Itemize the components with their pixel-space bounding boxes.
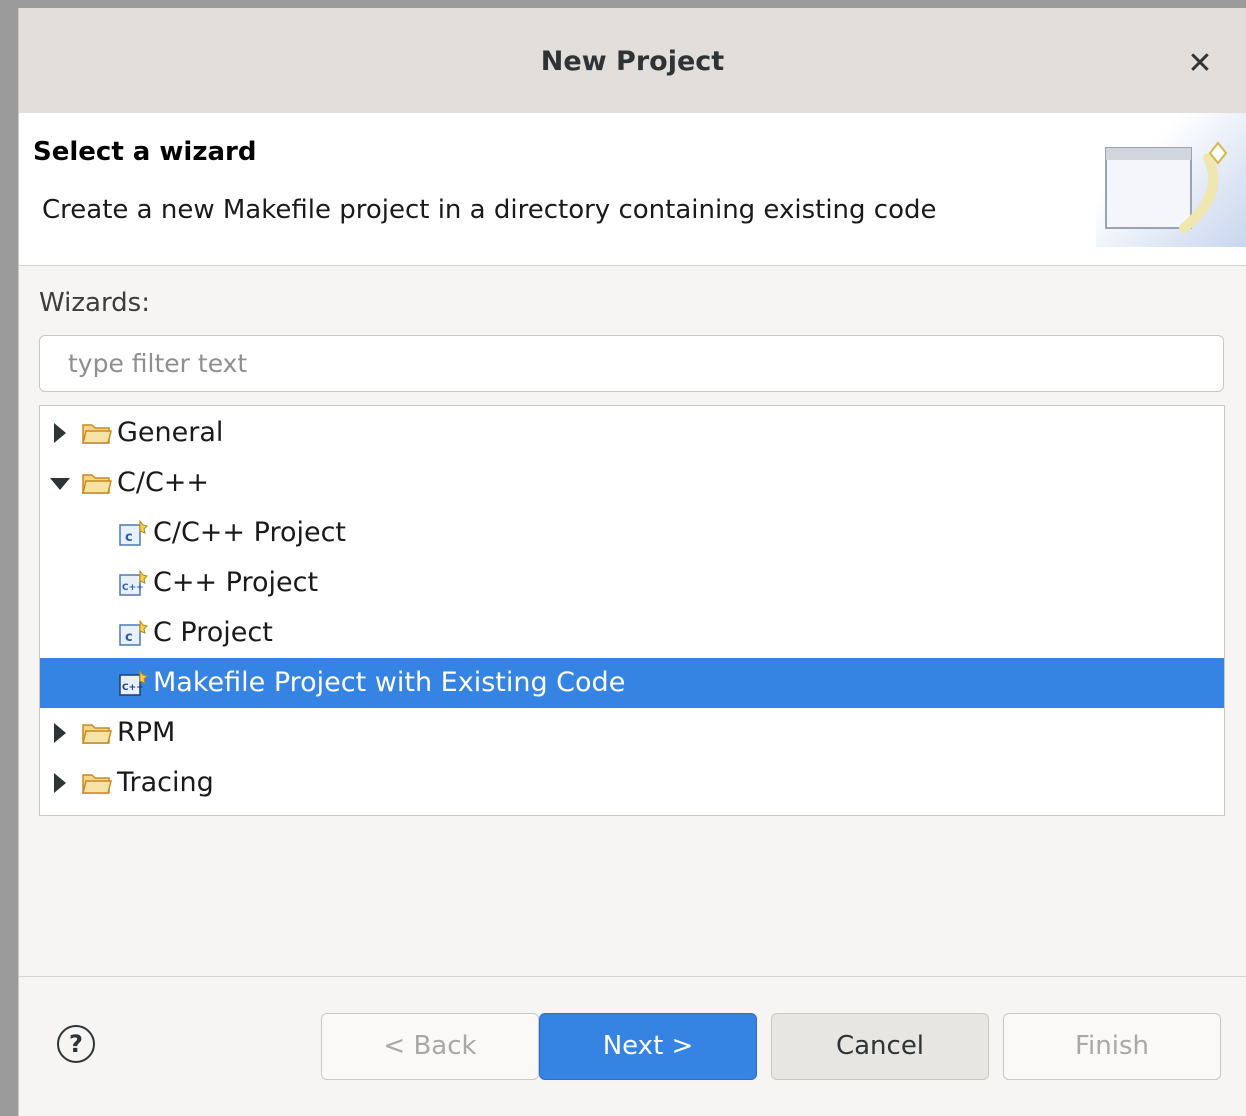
tree-item-tracing[interactable]: Tracing — [40, 758, 1224, 808]
folder-icon — [82, 774, 112, 794]
svg-text:c: c — [125, 530, 133, 545]
tree-item-label: C Project — [153, 617, 273, 648]
filter-input[interactable] — [39, 335, 1224, 392]
back-button[interactable]: < Back — [321, 1013, 539, 1080]
svg-text:C++: C++ — [122, 583, 144, 593]
title-bar[interactable]: New Project ✕ — [19, 8, 1246, 114]
tree-item-label: RPM — [117, 717, 176, 748]
tree-item-c-cpp[interactable]: C/C++ — [40, 458, 1224, 508]
collapse-arrow-icon[interactable] — [50, 478, 70, 490]
close-icon: ✕ — [1187, 46, 1213, 81]
tree-item-label: Makefile Project with Existing Code — [153, 667, 626, 698]
tree-item-label: General — [117, 417, 224, 448]
folder-icon — [82, 724, 112, 744]
tree-item-label: C/C++ Project — [153, 517, 347, 548]
tree-item-rpm[interactable]: RPM — [40, 708, 1224, 758]
folder-icon — [82, 424, 112, 444]
wizard-tree[interactable]: General C/C++ c C/C++ Project C++ C++ Pr… — [39, 405, 1225, 816]
tree-item-label: Tracing — [117, 767, 214, 798]
close-button[interactable]: ✕ — [1180, 44, 1220, 84]
wizards-label: Wizards: — [39, 288, 150, 318]
svg-text:c: c — [125, 630, 133, 645]
new-project-dialog: New Project ✕ Select a wizard Create a n… — [18, 8, 1246, 1116]
help-icon: ? — [69, 1030, 83, 1058]
expand-arrow-icon[interactable] — [54, 423, 66, 443]
tree-item-c-cpp-project[interactable]: c C/C++ Project — [40, 508, 1224, 558]
help-button[interactable]: ? — [57, 1025, 95, 1063]
cancel-button[interactable]: Cancel — [771, 1013, 989, 1080]
header-title: Select a wizard — [33, 137, 257, 167]
tree-item-cpp-project[interactable]: C++ C++ Project — [40, 558, 1224, 608]
tree-item-label: C/C++ — [117, 467, 210, 498]
svg-text:C++: C++ — [122, 683, 144, 693]
makefile-project-icon: C++ — [119, 669, 148, 696]
header-description: Create a new Makefile project in a direc… — [42, 195, 937, 225]
folder-icon — [82, 474, 112, 494]
wizard-banner-icon — [1096, 113, 1246, 247]
wizard-header: Select a wizard Create a new Makefile pr… — [19, 113, 1246, 266]
tree-item-c-project[interactable]: c C Project — [40, 608, 1224, 658]
dialog-title: New Project — [540, 46, 725, 77]
expand-arrow-icon[interactable] — [54, 723, 66, 743]
cpp-project-icon: C++ — [119, 569, 148, 596]
next-button[interactable]: Next > — [539, 1013, 757, 1080]
tree-item-makefile-project[interactable]: C++ Makefile Project with Existing Code — [40, 658, 1224, 708]
c-project-icon: c — [119, 619, 148, 646]
tree-item-label: C++ Project — [153, 567, 319, 598]
c-project-icon: c — [119, 519, 148, 546]
finish-button[interactable]: Finish — [1003, 1013, 1221, 1080]
tree-item-general[interactable]: General — [40, 408, 1224, 458]
expand-arrow-icon[interactable] — [54, 773, 66, 793]
footer-separator — [19, 976, 1246, 977]
